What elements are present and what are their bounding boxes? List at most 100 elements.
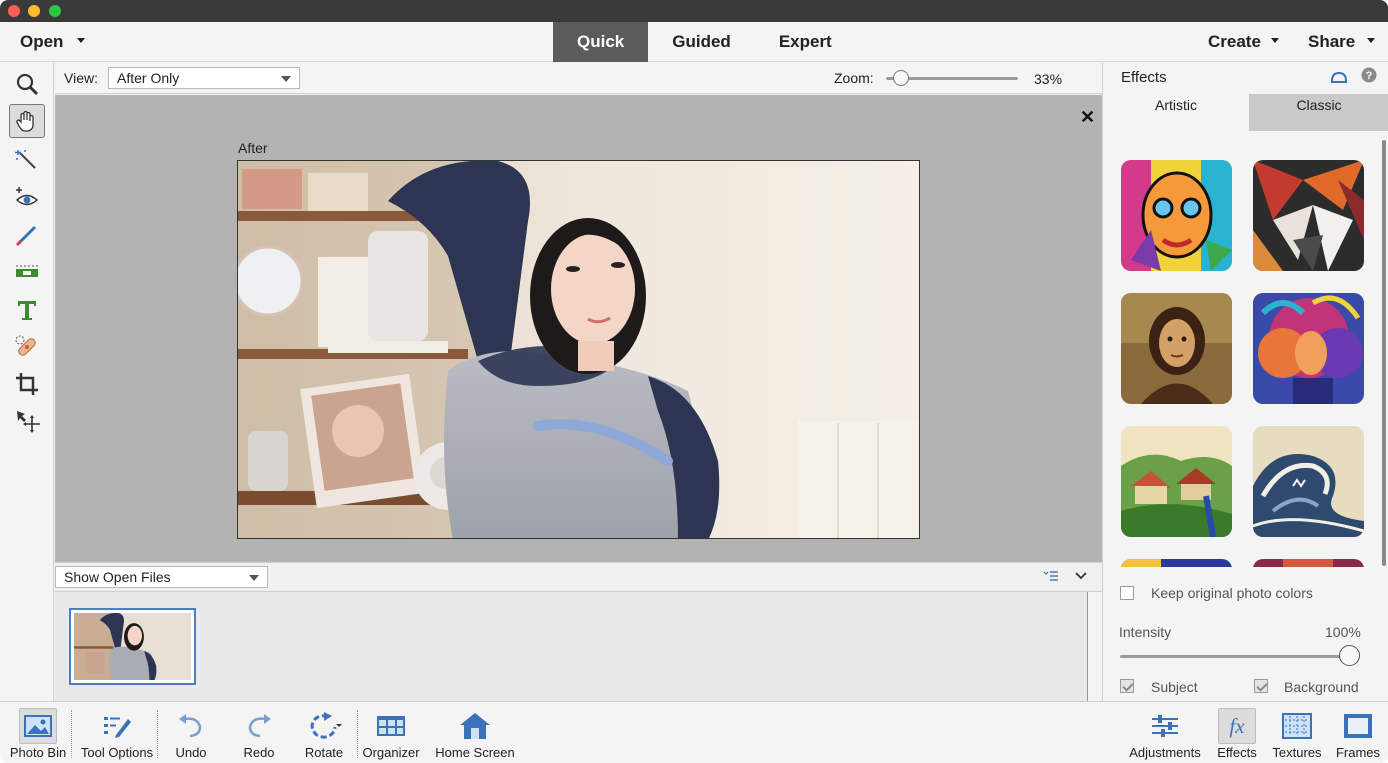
effects-tabs: Artistic Classic	[1103, 94, 1388, 131]
svg-text:fx: fx	[1229, 714, 1245, 738]
background-checkbox[interactable]	[1254, 679, 1268, 693]
open-menu-button[interactable]: Open	[20, 22, 86, 62]
effect-thumbnail-7[interactable]	[1121, 559, 1232, 567]
frames-label: Frames	[1335, 745, 1381, 760]
effect-thumbnail-4[interactable]	[1253, 293, 1364, 404]
tab-classic[interactable]: Classic	[1249, 94, 1388, 131]
home-screen-button[interactable]: Home Screen	[433, 702, 517, 763]
show-open-files-dropdown[interactable]: Show Open Files	[55, 566, 268, 588]
open-file-thumbnail[interactable]	[69, 608, 196, 685]
photo-image	[238, 161, 919, 538]
tool-options-icon	[98, 708, 136, 744]
photo-bin-area[interactable]	[55, 592, 1088, 701]
effect-preview	[1253, 293, 1364, 404]
move-tool[interactable]	[9, 404, 45, 438]
rotate-icon	[305, 708, 343, 744]
effect-thumbnail-3[interactable]	[1121, 293, 1232, 404]
photoshop-elements-window: Open Quick Guided Expert Create Share Vi…	[0, 0, 1388, 763]
tab-quick[interactable]: Quick	[553, 22, 649, 62]
hand-tool[interactable]	[9, 104, 45, 138]
frames-icon	[1339, 708, 1377, 744]
redo-button[interactable]: Redo	[234, 702, 284, 763]
divider	[71, 710, 72, 758]
undo-icon	[172, 708, 210, 744]
effects-button[interactable]: fx Effects	[1213, 702, 1261, 763]
zoom-tool[interactable]	[9, 67, 45, 101]
close-icon[interactable]: ✕	[1080, 107, 1095, 128]
effect-thumbnail-5[interactable]	[1121, 426, 1232, 537]
eye-icon	[15, 187, 39, 206]
red-eye-tool[interactable]	[9, 181, 45, 215]
intensity-slider-thumb[interactable]	[1339, 645, 1360, 666]
keep-colors-checkbox[interactable]	[1120, 586, 1134, 600]
effect-preview	[1121, 160, 1232, 271]
keep-colors-label: Keep original photo colors	[1151, 585, 1313, 601]
redo-label: Redo	[243, 745, 275, 760]
type-tool[interactable]	[9, 293, 45, 327]
effect-thumbnail-6[interactable]	[1253, 426, 1364, 537]
tool-box	[0, 63, 54, 701]
organizer-button[interactable]: Organizer	[360, 702, 422, 763]
view-dropdown[interactable]: After Only	[108, 67, 300, 89]
brush-icon	[15, 225, 37, 247]
divider	[157, 710, 158, 758]
magic-wand-icon	[15, 150, 36, 169]
effect-preview	[1253, 426, 1364, 537]
effects-panel: Effects ? Artistic Classic	[1102, 63, 1388, 701]
photo-preview[interactable]	[237, 160, 920, 539]
textures-button[interactable]: Textures	[1268, 702, 1326, 763]
spot-healing-tool[interactable]	[9, 330, 45, 364]
help-icon[interactable]: ?	[1361, 67, 1377, 83]
crop-icon	[16, 373, 38, 395]
mode-bar: Open Quick Guided Expert Create Share	[0, 22, 1388, 62]
effect-thumbnail-1[interactable]	[1121, 160, 1232, 271]
frames-button[interactable]: Frames	[1332, 702, 1384, 763]
straighten-tool[interactable]	[9, 255, 45, 289]
tool-options-button[interactable]: Tool Options	[76, 702, 158, 763]
quick-selection-tool[interactable]	[9, 143, 45, 177]
chevron-down-icon	[281, 76, 291, 82]
share-menu-button[interactable]: Share	[1308, 22, 1376, 62]
chevron-down-icon	[1367, 38, 1376, 44]
thumbnail-image	[74, 612, 191, 680]
effects-panel-title: Effects	[1121, 69, 1167, 86]
level-icon	[16, 265, 38, 277]
effect-preview	[1253, 160, 1364, 271]
undo-button[interactable]: Undo	[166, 702, 216, 763]
whiten-teeth-tool[interactable]	[9, 218, 45, 252]
zoom-window-button[interactable]	[49, 5, 61, 17]
tab-guided[interactable]: Guided	[648, 22, 755, 62]
effect-thumbnail-8[interactable]	[1253, 559, 1364, 567]
textures-label: Textures	[1272, 745, 1322, 760]
effects-scrollbar[interactable]	[1382, 140, 1386, 566]
svg-text:?: ?	[1366, 70, 1373, 82]
adjustments-icon	[1146, 708, 1184, 744]
create-menu-button[interactable]: Create	[1208, 22, 1279, 62]
tab-expert[interactable]: Expert	[755, 22, 856, 62]
background-label: Background	[1284, 679, 1359, 695]
home-icon	[456, 708, 494, 744]
hand-icon	[16, 110, 34, 132]
mode-tabs: Quick Guided Expert	[553, 22, 856, 62]
effects-thumbnail-grid	[1103, 131, 1381, 567]
crop-tool[interactable]	[9, 367, 45, 401]
tab-artistic[interactable]: Artistic	[1103, 94, 1249, 131]
rotate-button[interactable]: Rotate	[296, 702, 352, 763]
close-window-button[interactable]	[8, 5, 20, 17]
photo-bin-button[interactable]: Photo Bin	[6, 702, 70, 763]
effect-preview	[1121, 426, 1232, 537]
adjustments-button[interactable]: Adjustments	[1126, 702, 1204, 763]
minimize-window-button[interactable]	[28, 5, 40, 17]
effect-thumbnail-2[interactable]	[1253, 160, 1364, 271]
collapse-chevron-icon[interactable]	[1075, 572, 1087, 580]
move-icon	[17, 411, 40, 433]
adjustments-label: Adjustments	[1129, 745, 1201, 760]
bin-list-menu-icon[interactable]	[1043, 570, 1059, 582]
subject-checkbox[interactable]	[1120, 679, 1134, 693]
photo-bin-scrollbar[interactable]	[1087, 592, 1102, 701]
reset-panel-icon[interactable]	[1329, 69, 1349, 85]
zoom-slider-thumb[interactable]	[893, 70, 909, 86]
intensity-slider-track[interactable]	[1120, 655, 1352, 658]
textures-icon	[1278, 708, 1316, 744]
divider	[357, 710, 358, 758]
